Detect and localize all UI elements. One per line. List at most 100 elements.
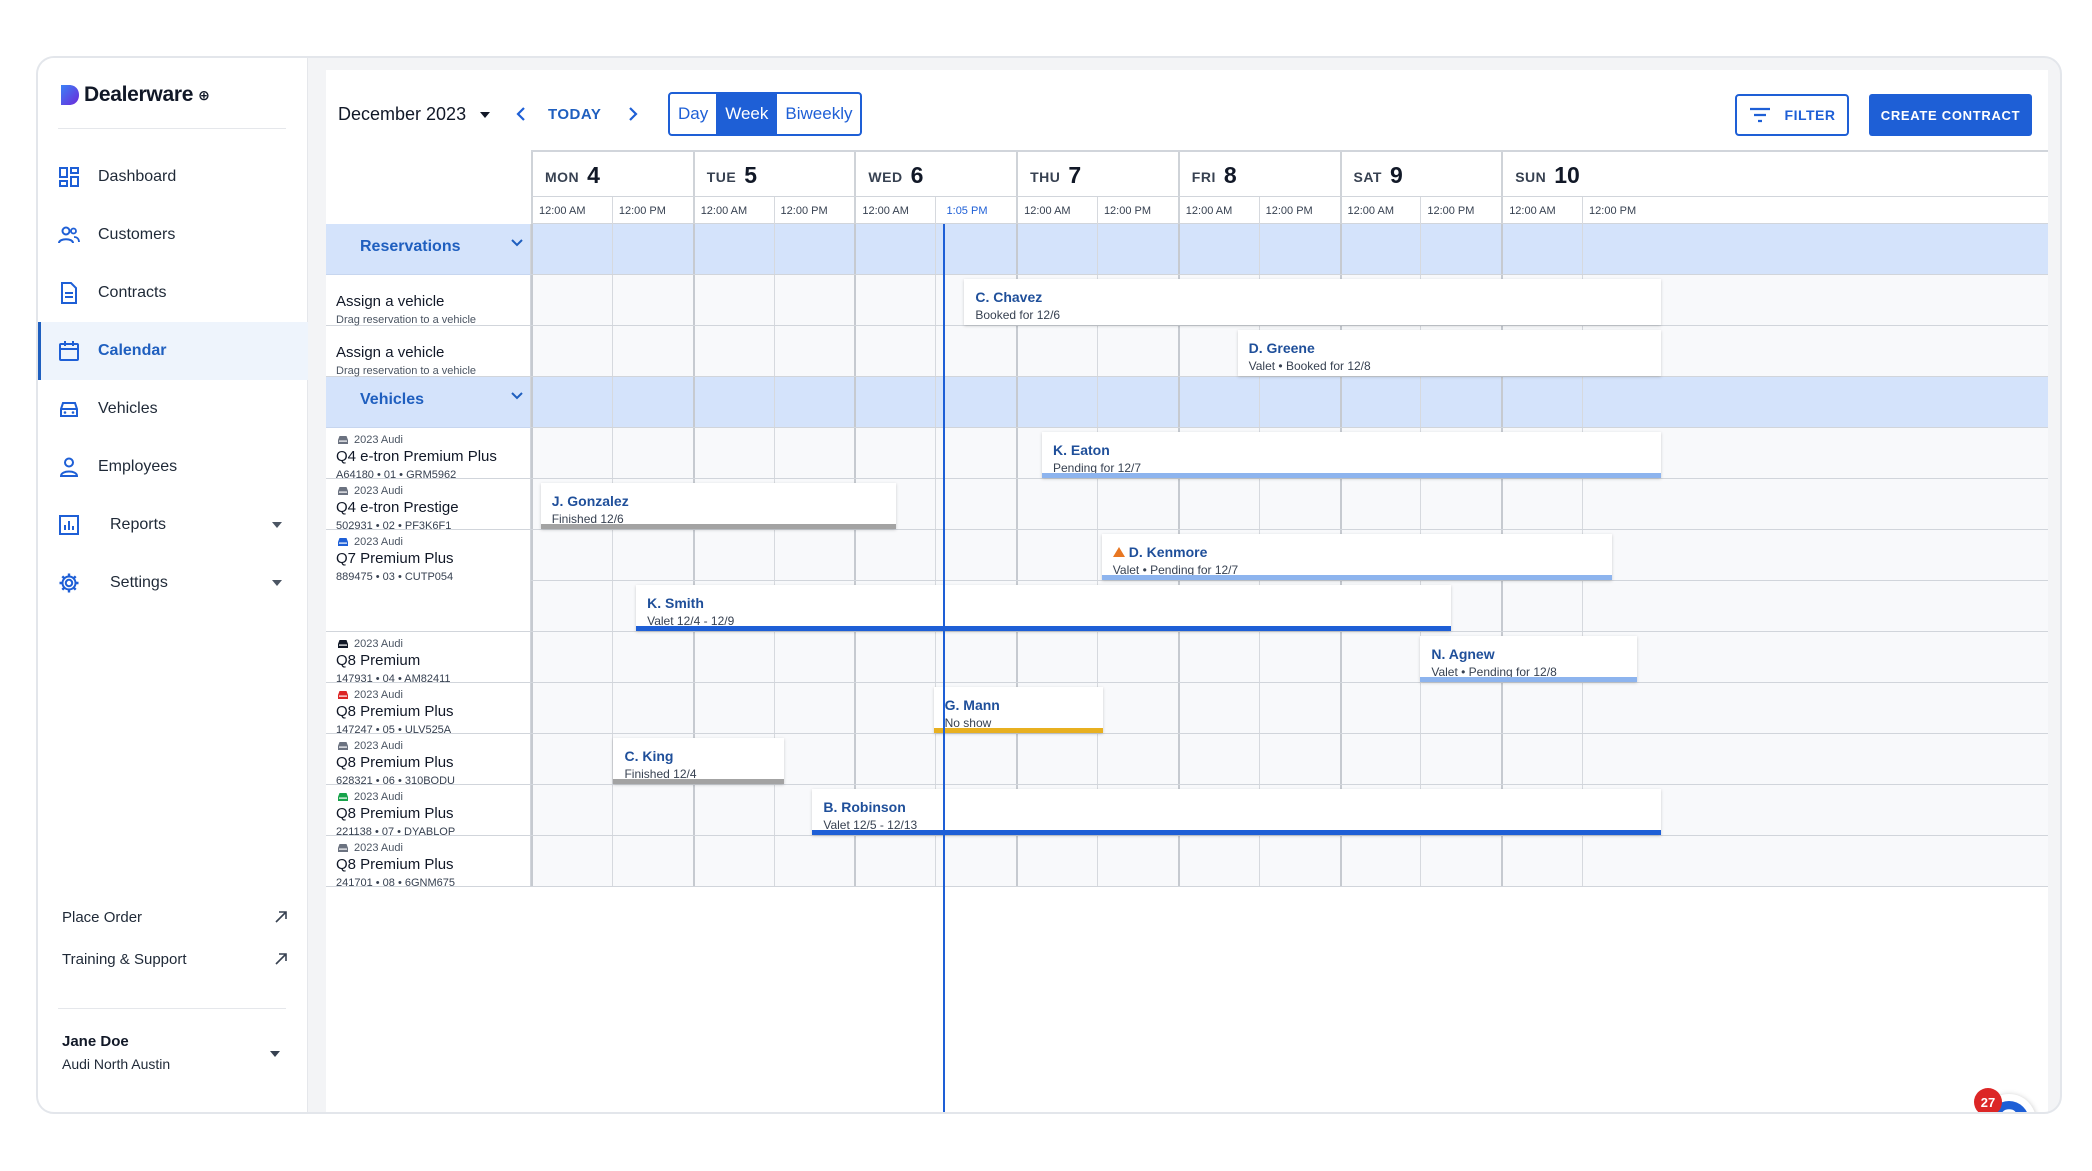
vehicle-model: Q8 Premium Plus: [336, 856, 454, 873]
month-picker[interactable]: December 2023: [338, 104, 491, 125]
vehicle-year-text: 2023 Audi: [354, 485, 403, 497]
grid-line: [1420, 224, 1422, 274]
view-biweekly-button[interactable]: Biweekly: [776, 94, 860, 134]
time-label: 12:00 PM: [1420, 197, 1474, 225]
reservation-event[interactable]: K. Smith Valet 12/4 - 12/9: [636, 585, 1451, 631]
sidebar-item-contracts[interactable]: Contracts: [38, 264, 308, 322]
chevron-down-icon[interactable]: [270, 1051, 280, 1057]
reservation-event[interactable]: D. Kenmore Valet • Pending for 12/7: [1101, 534, 1613, 580]
sidebar-item-employees[interactable]: Employees: [38, 438, 308, 496]
day-column-header[interactable]: THU 7: [1016, 152, 1178, 198]
grid-line: [1420, 377, 1422, 427]
vehicle-model: Q8 Premium: [336, 652, 421, 669]
sidebar-link-place-order[interactable]: Place Order: [38, 896, 308, 938]
grid-line: [1582, 224, 1584, 274]
event-customer: D. Greene: [1249, 340, 1650, 356]
sidebar-item-customers[interactable]: Customers: [38, 206, 308, 264]
grid-line: [1177, 479, 1180, 529]
grid-line: [773, 326, 775, 376]
reservation-event[interactable]: C. Chavez Booked for 12/6: [964, 279, 1661, 325]
day-column-header[interactable]: SAT 9: [1339, 152, 1502, 198]
grid-line: [1258, 632, 1260, 682]
day-column-header[interactable]: SUN 10: [1501, 152, 1663, 198]
vehicle-row: 2023 Audi Q8 Premium 147931 • 04 • AM82411: [326, 632, 2048, 685]
day-of-week: WED: [868, 169, 903, 185]
day-number: 6: [910, 161, 924, 188]
day-number: 7: [1068, 161, 1082, 188]
grid-line: [1501, 377, 1504, 427]
sidebar-link-training-support[interactable]: Training & Support: [38, 938, 308, 980]
row-title: Assign a vehicle: [336, 293, 445, 310]
day-column-header[interactable]: TUE 5: [692, 152, 855, 198]
grid-line: [531, 479, 533, 529]
grid-line: [1258, 734, 1260, 784]
car-icon: [338, 742, 348, 750]
group-header-reservations[interactable]: Reservations: [326, 224, 531, 275]
event-customer: C. Chavez: [975, 289, 1650, 305]
chevron-down-icon[interactable]: [510, 389, 524, 403]
chevron-down-icon: [480, 111, 491, 118]
next-week-icon[interactable]: [624, 106, 640, 122]
filter-button[interactable]: FILTER: [1735, 94, 1849, 136]
sidebar-item-reports[interactable]: Reports: [38, 496, 308, 554]
car-icon: [338, 436, 348, 444]
row-timeline[interactable]: [531, 836, 2048, 887]
reservation-event[interactable]: B. Robinson Valet 12/5 - 12/13: [812, 789, 1661, 835]
grid-line: [531, 785, 533, 835]
grid-line: [611, 632, 613, 682]
app-window: Dealerware ⊕ Dashboard Customers Contracts…: [36, 56, 2062, 1114]
user-menu[interactable]: Jane Doe Audi North Austin: [62, 1033, 288, 1072]
row-timeline[interactable]: [531, 224, 2048, 275]
grid-line: [854, 326, 857, 376]
event-customer: G. Mann: [945, 697, 1092, 713]
reservation-event[interactable]: D. Greene Valet • Booked for 12/8: [1237, 330, 1661, 376]
grid-line: [692, 326, 695, 376]
vehicle-row: 2023 Audi Q8 Premium Plus 147247 • 05 • UL…: [326, 683, 2048, 736]
time-header: 12:00 AM 12:00 PM 12:00 AM 12:00 PM 12:00 AM…: [531, 196, 2048, 225]
event-customer-name: D. Kenmore: [1128, 544, 1208, 560]
grid-line: [692, 785, 695, 835]
sidebar-item-dashboard[interactable]: Dashboard: [38, 148, 308, 206]
day-column-header[interactable]: WED 6: [854, 152, 1016, 198]
grid-line: [1177, 326, 1180, 376]
group-header-vehicles[interactable]: Vehicles: [326, 377, 531, 428]
sidebar-item-label: Customers: [98, 226, 176, 243]
brand-name: Dealerware: [84, 83, 194, 106]
sidebar-item-settings[interactable]: Settings: [38, 554, 308, 612]
brand-logo[interactable]: Dealerware ⊕: [60, 80, 210, 110]
day-column-header[interactable]: FRI 8: [1177, 152, 1340, 198]
reservation-event[interactable]: C. King Finished 12/4: [613, 738, 785, 784]
view-week-button[interactable]: Week: [716, 94, 777, 134]
vehicle-label: 2023 Audi Q7 Premium Plus 889475 • 03 • CU…: [326, 530, 531, 632]
reservation-event[interactable]: G. Mann No show: [933, 687, 1104, 733]
view-day-button[interactable]: Day: [670, 94, 716, 134]
time-label: 12:00 PM: [1258, 197, 1313, 225]
calendar-grid: MON 4 TUE 5 WED 6 THU 7 FRI 8 SAT 9 SUN 10 12:00 AM 12…: [326, 150, 2048, 1112]
vehicle-label: 2023 Audi Q4 e-tron Prestige 502931 • 02 •…: [326, 479, 531, 532]
chevron-down-icon: [272, 522, 282, 528]
vehicle-year: 2023 Audi: [336, 536, 520, 548]
reservation-event[interactable]: K. Eaton Pending for 12/7: [1041, 432, 1661, 478]
reservation-event[interactable]: N. Agnew Valet • Pending for 12/8: [1420, 636, 1637, 682]
grid-line: [773, 836, 775, 886]
prev-week-icon[interactable]: [514, 106, 530, 122]
grid-line: [692, 632, 695, 682]
row-timeline[interactable]: [531, 377, 2048, 428]
reservation-event[interactable]: J. Gonzalez Finished 12/6: [540, 483, 897, 529]
group-row: Vehicles: [326, 377, 2048, 428]
create-contract-button[interactable]: CREATE CONTRACT: [1869, 94, 2032, 136]
view-switcher: Day Week Biweekly: [668, 92, 863, 136]
car-icon: [338, 844, 348, 852]
day-number: 10: [1554, 161, 1580, 188]
day-column-header[interactable]: MON 4: [531, 152, 693, 198]
row-timeline[interactable]: [531, 683, 2048, 734]
today-button[interactable]: TODAY: [548, 106, 601, 123]
grid-line: [1339, 479, 1342, 529]
brand-suffix: ⊕: [198, 86, 210, 103]
chevron-down-icon[interactable]: [510, 236, 524, 250]
car-icon: [338, 640, 348, 648]
row-timeline[interactable]: [531, 632, 2048, 683]
sidebar-item-vehicles[interactable]: Vehicles: [38, 380, 308, 438]
sidebar-item-calendar[interactable]: Calendar: [38, 322, 308, 380]
time-label: 12:00 AM: [692, 197, 747, 225]
